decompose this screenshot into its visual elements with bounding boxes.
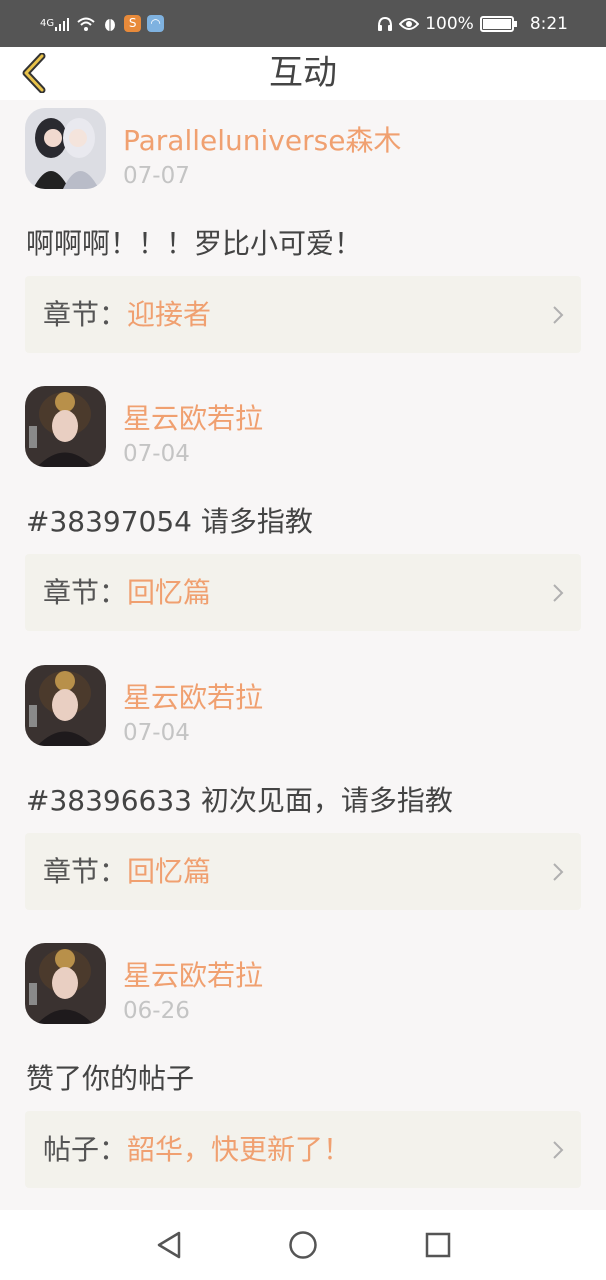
comment-text[interactable]: 赞了你的帖子 bbox=[26, 1057, 194, 1097]
home-circle-icon bbox=[289, 1231, 317, 1259]
link-value: 迎接者 bbox=[127, 298, 212, 331]
post-date: 07-04 bbox=[123, 720, 190, 746]
feed-item: 星云欧若拉 07-04 #38396633 初次见面，请多指教 章节：回忆篇 bbox=[0, 657, 606, 935]
recents-square-icon bbox=[425, 1232, 451, 1258]
sohu-app-icon: S bbox=[124, 15, 142, 32]
browser-app-icon: ◠ bbox=[147, 15, 165, 32]
avatar[interactable] bbox=[25, 386, 106, 467]
interaction-feed: Paralleluniverse森木 07-07 啊啊啊！！！罗比小可爱！ 章节… bbox=[0, 100, 606, 1210]
battery-icon bbox=[479, 15, 517, 32]
nav-home-button[interactable] bbox=[285, 1227, 321, 1263]
post-date: 06-26 bbox=[123, 998, 190, 1024]
chevron-right-icon bbox=[553, 1141, 564, 1159]
status-right: 100% 8:21 bbox=[377, 14, 568, 34]
avatar[interactable] bbox=[25, 108, 106, 189]
post-date: 07-04 bbox=[123, 441, 190, 467]
status-left: 4G S ◠ bbox=[40, 15, 165, 32]
system-nav-bar bbox=[0, 1210, 606, 1280]
page-title: 互动 bbox=[269, 53, 337, 93]
network-type: 4G bbox=[40, 17, 55, 29]
status-bar: 4G S ◠ 100% 8:21 bbox=[0, 0, 606, 47]
link-value: 回忆篇 bbox=[127, 576, 212, 609]
feed-item: 星云欧若拉 07-04 #38397054 请多指教 章节：回忆篇 bbox=[0, 378, 606, 656]
nav-back-button[interactable] bbox=[151, 1227, 187, 1263]
battery-percent: 100% bbox=[425, 13, 474, 34]
link-label-row: 章节：迎接者 bbox=[43, 276, 211, 353]
chapter-link[interactable]: 章节：回忆篇 bbox=[25, 833, 581, 910]
chevron-right-icon bbox=[553, 584, 564, 602]
post-link[interactable]: 帖子：韶华，快更新了！ bbox=[25, 1111, 581, 1188]
comment-text[interactable]: #38396633 初次见面，请多指教 bbox=[26, 779, 453, 819]
post-date: 07-07 bbox=[123, 163, 190, 189]
cellular-signal-icon: 4G bbox=[40, 16, 70, 32]
user-name[interactable]: 星云欧若拉 bbox=[123, 397, 263, 437]
user-name[interactable]: Paralleluniverse森木 bbox=[123, 119, 401, 159]
link-value: 回忆篇 bbox=[127, 855, 212, 888]
user-name[interactable]: 星云欧若拉 bbox=[123, 676, 263, 716]
comment-text[interactable]: #38397054 请多指教 bbox=[26, 500, 313, 540]
comment-text[interactable]: 啊啊啊！！！罗比小可爱！ bbox=[26, 222, 362, 262]
chapter-link[interactable]: 章节：迎接者 bbox=[25, 276, 581, 353]
feed-item: Paralleluniverse森木 07-07 啊啊啊！！！罗比小可爱！ 章节… bbox=[0, 100, 606, 378]
feed-item: 星云欧若拉 06-26 赞了你的帖子 帖子：韶华，快更新了！ bbox=[0, 935, 606, 1210]
link-label: 章节： bbox=[43, 855, 128, 888]
link-label: 帖子： bbox=[43, 1133, 128, 1166]
link-value: 韶华，快更新了！ bbox=[127, 1133, 352, 1166]
bug-icon bbox=[102, 16, 118, 32]
header: 互动 bbox=[0, 47, 606, 100]
link-label: 章节： bbox=[43, 576, 128, 609]
nav-recents-button[interactable] bbox=[420, 1227, 456, 1263]
chapter-link[interactable]: 章节：回忆篇 bbox=[25, 554, 581, 631]
headphones-icon bbox=[377, 16, 393, 32]
back-triangle-icon bbox=[157, 1231, 181, 1259]
chevron-right-icon bbox=[553, 306, 564, 324]
link-label-row: 章节：回忆篇 bbox=[43, 833, 211, 910]
avatar[interactable] bbox=[25, 665, 106, 746]
link-label-row: 章节：回忆篇 bbox=[43, 554, 211, 631]
link-label-row: 帖子：韶华，快更新了！ bbox=[43, 1111, 351, 1188]
eye-icon bbox=[399, 17, 420, 31]
link-label: 章节： bbox=[43, 298, 128, 331]
clock: 8:21 bbox=[529, 13, 568, 34]
chevron-right-icon bbox=[553, 863, 564, 881]
avatar[interactable] bbox=[25, 943, 106, 1024]
user-name[interactable]: 星云欧若拉 bbox=[123, 954, 263, 994]
wifi-icon bbox=[76, 16, 96, 32]
